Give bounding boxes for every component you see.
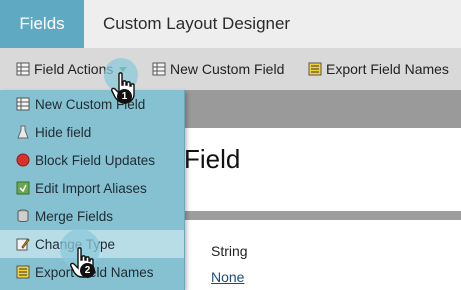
menu-item-label: Merge Fields: [35, 208, 114, 224]
toolbar: Field Actions New Custom Field Export Fi…: [0, 48, 461, 91]
table-icon: [16, 62, 30, 76]
menu-item-hide-field[interactable]: Hide field: [0, 118, 184, 146]
menu-item-label: Block Field Updates: [35, 152, 156, 168]
step-badge: 1: [117, 89, 132, 104]
export-field-names-label: Export Field Names: [326, 61, 449, 77]
step-badge: 2: [80, 263, 95, 278]
export-field-names-button[interactable]: Export Field Names: [308, 48, 449, 90]
table-icon: [152, 62, 166, 76]
tab-custom-layout-designer[interactable]: Custom Layout Designer: [103, 0, 290, 48]
menu-item-edit-import-aliases[interactable]: Edit Import Aliases: [0, 174, 184, 202]
block-icon: [16, 153, 30, 167]
tab-bar: Fields Custom Layout Designer: [0, 0, 461, 49]
tab-fields-label: Fields: [19, 14, 65, 33]
menu-item-merge-fields[interactable]: Merge Fields: [0, 202, 184, 230]
tab-fields[interactable]: Fields: [0, 0, 84, 48]
menu-item-block-field-updates[interactable]: Block Field Updates: [0, 146, 184, 174]
new-custom-field-label: New Custom Field: [170, 61, 285, 77]
none-link[interactable]: None: [211, 269, 244, 285]
step-number: 1: [121, 91, 128, 102]
new-custom-field-button[interactable]: New Custom Field: [152, 48, 284, 90]
table-icon: [16, 97, 30, 111]
step-number: 2: [84, 265, 91, 276]
export-icon: [16, 265, 30, 279]
edit-icon: [16, 237, 30, 251]
import-icon: [16, 181, 30, 195]
flask-icon: [16, 125, 30, 139]
menu-item-label: Edit Import Aliases: [35, 180, 147, 196]
export-icon: [308, 62, 322, 76]
database-icon: [16, 209, 30, 223]
menu-item-new-custom-field[interactable]: New Custom Field: [0, 90, 184, 118]
menu-item-label: Hide field: [35, 124, 92, 140]
page-title: Field: [184, 144, 241, 174]
field-type-value: String: [211, 243, 248, 259]
field-actions-label: Field Actions: [34, 61, 114, 77]
